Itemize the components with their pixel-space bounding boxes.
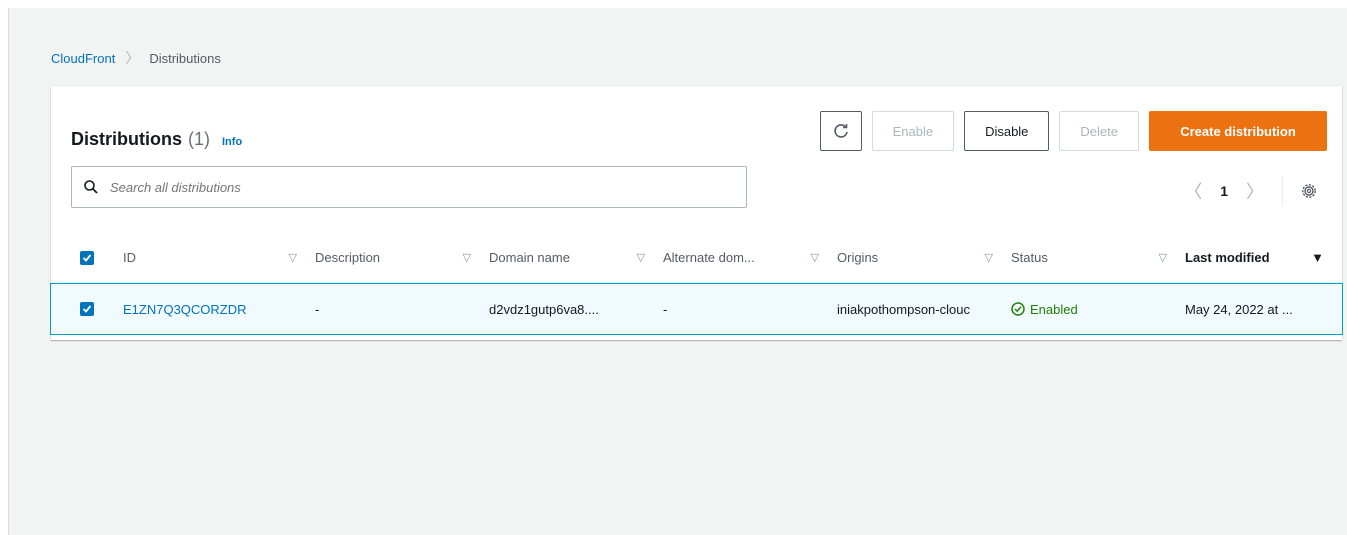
column-header-description[interactable]: Description ▽ [315, 250, 489, 265]
next-page-button[interactable]: 〉 [1246, 178, 1264, 204]
column-header-label: Domain name [489, 250, 570, 265]
sort-icon: ▽ [984, 252, 993, 264]
enable-button[interactable]: Enable [871, 111, 955, 151]
refresh-icon [833, 124, 848, 138]
select-all-cell [51, 250, 123, 265]
breadcrumb-separator: 〉 [125, 50, 140, 66]
column-header-label: ID [123, 250, 136, 265]
search-icon [84, 180, 98, 194]
check-circle-icon [1011, 302, 1025, 316]
panel-title-text: Distributions [71, 129, 182, 149]
column-header-alternate-domain[interactable]: Alternate dom... ▽ [663, 250, 837, 265]
sort-descending-icon: ▼ [1311, 250, 1324, 265]
breadcrumb-cloudfront-link[interactable]: CloudFront [51, 51, 115, 66]
checkmark-icon [82, 305, 92, 313]
column-header-label: Origins [837, 250, 879, 265]
pagination: 〈 1 〉 [1184, 176, 1317, 206]
cell-status: Enabled [1011, 302, 1185, 317]
cell-last-modified: May 24, 2022 at ... [1185, 301, 1293, 317]
column-header-label: Last modified [1185, 250, 1270, 265]
select-all-checkbox[interactable] [80, 250, 94, 265]
breadcrumb: CloudFront 〉 Distributions [51, 48, 221, 68]
status-text: Enabled [1030, 301, 1078, 317]
column-header-id[interactable]: ID ▽ [123, 250, 315, 265]
sort-icon: ▽ [462, 252, 471, 264]
page: CloudFront 〉 Distributions Distributions… [8, 8, 1347, 535]
table-header-row: ID ▽ Description ▽ Domain name ▽ Alterna… [51, 233, 1342, 283]
previous-page-button[interactable]: 〈 [1184, 178, 1202, 204]
distributions-table: ID ▽ Description ▽ Domain name ▽ Alterna… [50, 233, 1343, 335]
distribution-count: (1) [188, 129, 210, 149]
sort-icon: ▽ [288, 252, 297, 264]
distributions-panel: Distributions (1) Info Enable Disable De… [50, 86, 1343, 340]
delete-button[interactable]: Delete [1059, 111, 1139, 151]
column-header-label: Status [1011, 250, 1048, 265]
cell-origins: iniakpothompson-clouc [837, 301, 970, 317]
cell-id: E1ZN7Q3QCORZDR [123, 302, 315, 317]
cell-domain-name: d2vdz1gutp6va8.... [489, 301, 599, 317]
status-indicator: Enabled [1011, 302, 1078, 317]
sort-icon: ▽ [1158, 252, 1167, 264]
settings-gear-icon[interactable] [1301, 183, 1317, 199]
disable-button[interactable]: Disable [964, 111, 1050, 151]
distribution-id-link[interactable]: E1ZN7Q3QCORZDR [123, 302, 247, 317]
search-box [71, 166, 747, 208]
toolbar: Enable Disable Delete Create distributio… [819, 111, 1327, 151]
create-distribution-button[interactable]: Create distribution [1149, 111, 1327, 151]
checkmark-icon [82, 253, 92, 262]
current-page-number[interactable]: 1 [1220, 183, 1228, 199]
sort-icon: ▽ [636, 252, 645, 264]
row-select-checkbox[interactable] [80, 302, 94, 316]
breadcrumb-current: Distributions [149, 50, 221, 66]
search-input[interactable] [108, 178, 708, 196]
panel-title: Distributions (1) Info [71, 129, 242, 150]
column-header-status[interactable]: Status ▽ [1011, 250, 1185, 265]
cell-description: - [315, 301, 320, 317]
info-link[interactable]: Info [222, 136, 242, 148]
column-header-last-modified[interactable]: Last modified ▼ [1185, 250, 1342, 265]
row-select-cell [51, 302, 123, 316]
cell-alternate-domain: - [663, 301, 668, 317]
refresh-button[interactable] [819, 111, 862, 151]
table-row[interactable]: E1ZN7Q3QCORZDR - d2vdz1gutp6va8.... - in… [50, 283, 1343, 335]
column-header-label: Description [315, 250, 381, 265]
pagination-divider [1282, 176, 1283, 206]
sort-icon: ▽ [810, 252, 819, 264]
column-header-origins[interactable]: Origins ▽ [837, 250, 1011, 265]
column-header-domain-name[interactable]: Domain name ▽ [489, 250, 663, 265]
column-header-label: Alternate dom... [663, 250, 755, 265]
